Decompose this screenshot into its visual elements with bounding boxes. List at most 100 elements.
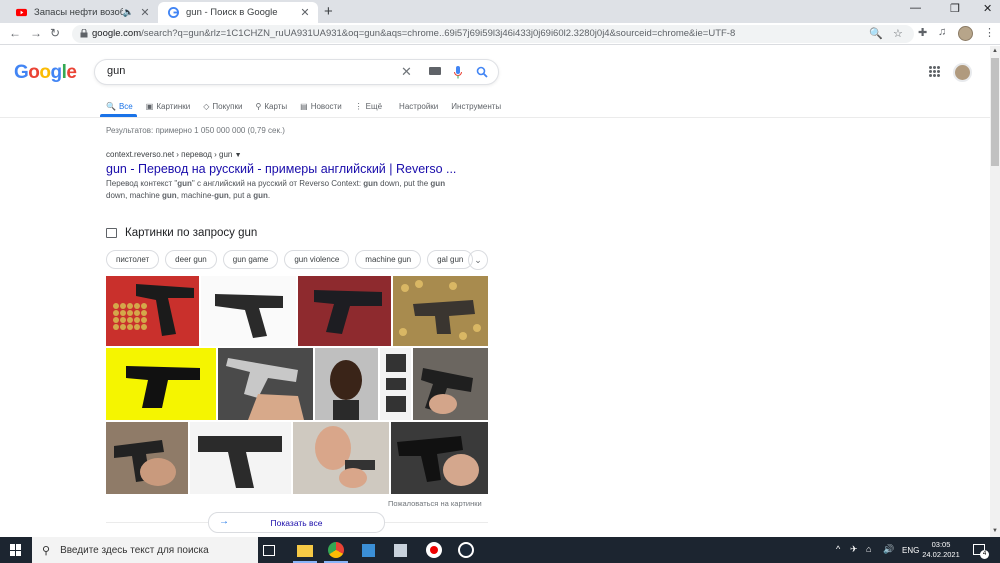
search-icon[interactable]	[476, 66, 488, 78]
show-all-label: Показать все	[270, 517, 323, 528]
volume-icon[interactable]: 🔊	[883, 544, 894, 555]
steam-icon[interactable]	[458, 542, 474, 558]
speaker-icon[interactable]: 🔈	[123, 7, 134, 18]
windows-taskbar: ⚲ Введите здесь текст для поиска ^ ✈ ⌂ 🔊 …	[0, 537, 1000, 563]
scrollbar-thumb[interactable]	[991, 58, 999, 166]
result-cite[interactable]: context.reverso.net › перевод › gun ▼	[106, 150, 242, 159]
chip[interactable]: пистолет	[106, 250, 160, 269]
chevron-down-icon[interactable]: ⌄	[468, 250, 488, 270]
close-tab-icon[interactable]: ✕	[138, 6, 152, 19]
chip[interactable]: gal gun	[427, 250, 474, 269]
search-input[interactable]	[107, 65, 387, 77]
media-control-icon[interactable]: ♫	[938, 26, 946, 38]
task-view-icon[interactable]	[263, 545, 275, 556]
image-thumbnail[interactable]	[106, 422, 188, 494]
account-avatar[interactable]	[953, 63, 972, 82]
google-apps-icon[interactable]	[929, 66, 940, 77]
clear-search-icon[interactable]: ✕	[401, 64, 412, 80]
result-title-link[interactable]: gun - Перевод на русский - примеры англи…	[106, 162, 456, 176]
notifications-icon[interactable]: 4	[973, 544, 989, 559]
taskbar-clock[interactable]: 03:05 24.02.2021	[921, 540, 961, 560]
maximize-icon[interactable]: ❐	[950, 2, 960, 15]
snippet-text: down, machine	[106, 191, 163, 200]
tab-label: Новости	[310, 101, 342, 111]
snippet-bold: gun	[214, 191, 229, 200]
tab-tools[interactable]: Инструменты	[451, 99, 501, 113]
tab-news[interactable]: ▤ Новости	[300, 99, 342, 113]
browser-tab-title: Запасы нефти возобновляются	[34, 7, 123, 18]
snippet-bold: gun	[162, 191, 177, 200]
minimize-icon[interactable]: —	[910, 2, 921, 14]
image-thumbnail[interactable]	[293, 422, 389, 494]
clock-date: 24.02.2021	[922, 550, 960, 559]
network-icon[interactable]: ⌂	[866, 544, 871, 554]
tab-maps[interactable]: ⚲ Карты	[255, 99, 287, 113]
chip[interactable]: gun game	[222, 250, 279, 269]
tab-more[interactable]: ⋮ Ещё	[355, 99, 382, 113]
tray-app-icon[interactable]: ✈	[850, 544, 858, 555]
result-stats: Результатов: примерно 1 050 000 000 (0,7…	[106, 126, 285, 135]
image-thumbnail[interactable]	[218, 348, 313, 420]
windows-start-icon[interactable]	[10, 544, 22, 556]
extensions-icon[interactable]: ✚	[918, 26, 927, 39]
snippet-bold: gun	[177, 179, 192, 188]
notepad-icon[interactable]	[362, 544, 375, 557]
tab-all[interactable]: 🔍 Все	[106, 99, 133, 113]
image-thumbnail[interactable]	[315, 348, 378, 420]
new-tab-icon[interactable]: +	[324, 3, 333, 20]
close-tab-icon[interactable]: ✕	[298, 6, 312, 19]
image-thumbnail[interactable]	[190, 422, 291, 494]
report-images-link[interactable]: Пожаловаться на картинки	[388, 499, 482, 508]
forward-icon[interactable]: →	[30, 26, 42, 40]
google-logo[interactable]: Google	[14, 62, 77, 84]
bookmark-star-icon[interactable]: ☆	[893, 27, 903, 40]
tab-settings[interactable]: Настройки	[399, 99, 438, 113]
chevron-down-icon[interactable]: ▼	[235, 152, 242, 159]
tab-images[interactable]: ▣ Картинки	[146, 99, 190, 113]
file-explorer-icon[interactable]	[297, 545, 313, 557]
tab-label: Карты	[264, 101, 288, 111]
scroll-down-icon[interactable]: ▼	[991, 528, 999, 534]
tab-shopping[interactable]: ◇ Покупки	[203, 99, 242, 113]
show-all-button[interactable]: → Показать все	[208, 512, 385, 533]
images-section-heading[interactable]: Картинки по запросу gun	[106, 227, 257, 239]
tray-chevron-up-icon[interactable]: ^	[836, 544, 840, 554]
image-thumbnail[interactable]	[298, 276, 391, 346]
search-tabs: 🔍 Все ▣ Картинки ◇ Покупки ⚲ Карты ▤ Новости …	[106, 99, 514, 117]
keyboard-icon[interactable]	[429, 67, 441, 75]
image-thumbnail[interactable]	[393, 276, 488, 346]
image-icon: ▣	[145, 101, 154, 111]
reload-icon[interactable]: ↻	[50, 26, 60, 40]
browser-profile-avatar[interactable]	[958, 26, 973, 41]
language-indicator[interactable]: ENG	[902, 546, 919, 555]
close-window-icon[interactable]: ✕	[983, 2, 992, 15]
app-icon[interactable]	[394, 544, 407, 557]
chip[interactable]: machine gun	[355, 250, 422, 269]
search-box[interactable]: ✕	[94, 59, 499, 85]
browser-menu-icon[interactable]: ⋮	[984, 26, 995, 39]
address-bar[interactable]: google.com/search?q=gun&rlz=1C1CHZN_ruUA…	[72, 25, 914, 43]
snippet-bold: gun	[253, 191, 268, 200]
news-icon: ▤	[300, 101, 308, 111]
browser-tab-google[interactable]: gun - Поиск в Google ✕	[158, 2, 318, 23]
image-thumbnail[interactable]	[106, 276, 199, 346]
header-divider	[0, 117, 990, 118]
image-thumbnail[interactable]	[391, 422, 488, 494]
browser-tab-youtube[interactable]: Запасы нефти возобновляются 🔈 ✕	[6, 2, 158, 23]
tab-label: Покупки	[212, 101, 243, 111]
chip[interactable]: gun violence	[284, 250, 350, 269]
image-thumbnail[interactable]	[413, 348, 488, 420]
image-thumbnail[interactable]	[106, 348, 216, 420]
chip[interactable]: deer gun	[165, 250, 217, 269]
zoom-search-icon[interactable]: 🔍	[869, 27, 883, 40]
image-thumbnail[interactable]	[201, 276, 296, 346]
record-app-icon[interactable]	[426, 542, 442, 558]
chrome-icon[interactable]	[328, 542, 344, 558]
back-icon[interactable]: ←	[9, 26, 21, 40]
taskbar-search[interactable]: ⚲ Введите здесь текст для поиска	[32, 537, 258, 563]
microphone-icon[interactable]	[454, 66, 462, 79]
scroll-up-icon[interactable]: ▲	[991, 48, 999, 54]
image-thumbnail[interactable]	[380, 348, 411, 420]
more-vertical-icon: ⋮	[354, 101, 363, 111]
browser-tab-title: gun - Поиск в Google	[186, 7, 278, 18]
